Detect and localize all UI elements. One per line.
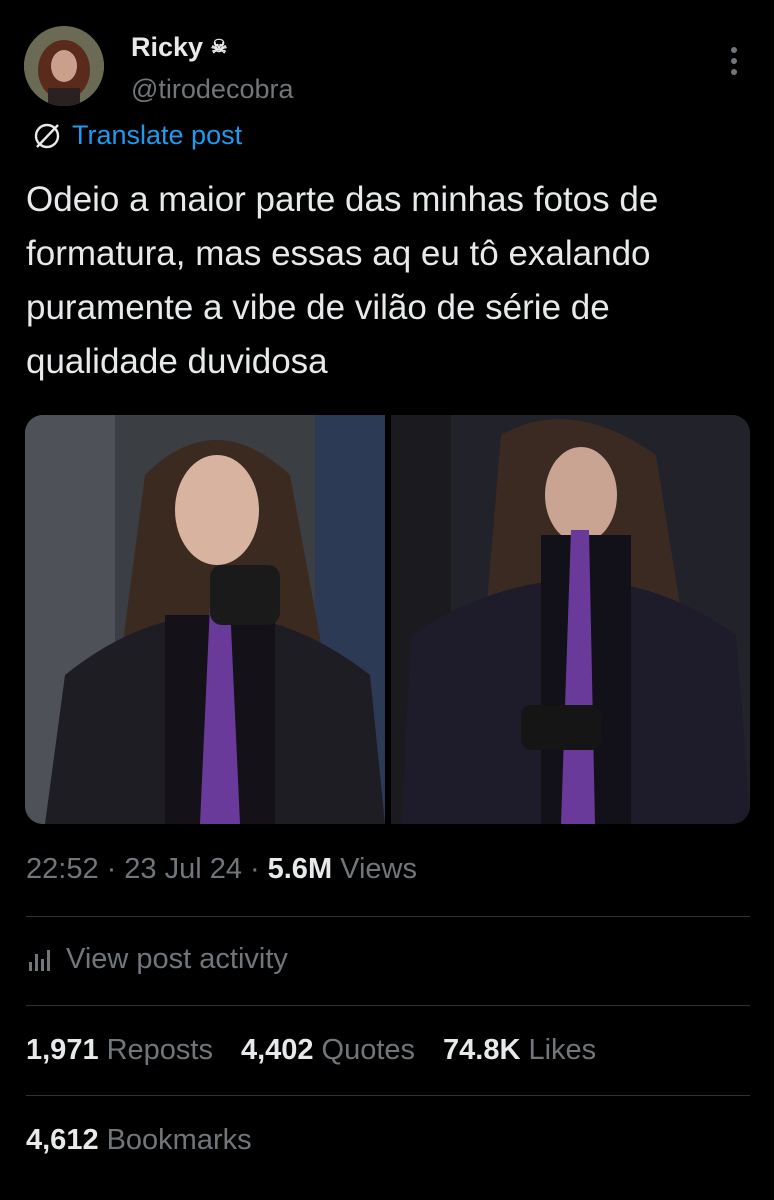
globe-icon [34,123,60,148]
translate-post-link[interactable]: Translate post [32,120,242,151]
skull-crossbones-icon: ☠ [210,37,228,58]
meta-separator: · [249,853,260,885]
author-name-row[interactable]: Ricky ☠ [131,32,231,63]
photo-2-image [390,415,750,824]
author-handle[interactable]: @tirodecobra [131,74,294,105]
more-vertical-icon [731,47,737,75]
activity-label[interactable]: View post activity [66,943,288,976]
view-post-activity-button[interactable]: View post activity [28,943,288,976]
views-count: 5.6M [267,853,333,885]
translate-label[interactable]: Translate post [72,120,242,151]
divider [26,916,750,917]
avatar[interactable] [24,26,104,106]
bar-chart-icon [29,949,50,971]
post-metadata: 22:52 · 23 Jul 24 · 5.6M Views [26,853,417,886]
engagement-stats: 1,971 Reposts 4,402 Quotes 74.8K Likes [26,1034,596,1067]
reposts-stat[interactable]: 1,971 Reposts [26,1034,213,1067]
media-grid [25,415,750,824]
photo-1-image [25,415,385,824]
likes-stat[interactable]: 74.8K Likes [443,1034,596,1067]
quotes-stat[interactable]: 4,402 Quotes [241,1034,415,1067]
views-label: Views [340,853,418,885]
display-name[interactable]: Ricky [131,32,203,63]
bookmarks-count: 4,612 [26,1124,99,1156]
post-date[interactable]: 23 Jul 24 [124,853,242,886]
post-text: Odeio a maior parte das minhas fotos de … [26,180,659,381]
divider [26,1095,750,1096]
post-photo-1[interactable] [25,415,385,824]
avatar-image [24,26,104,106]
divider [26,1005,750,1006]
more-options-button[interactable] [722,44,746,78]
meta-separator: · [106,853,117,885]
bookmarks-label: Bookmarks [106,1124,252,1156]
bookmarks-stat[interactable]: 4,612 Bookmarks [26,1124,252,1157]
post-time[interactable]: 22:52 [26,853,99,886]
post-photo-2[interactable] [390,415,750,824]
